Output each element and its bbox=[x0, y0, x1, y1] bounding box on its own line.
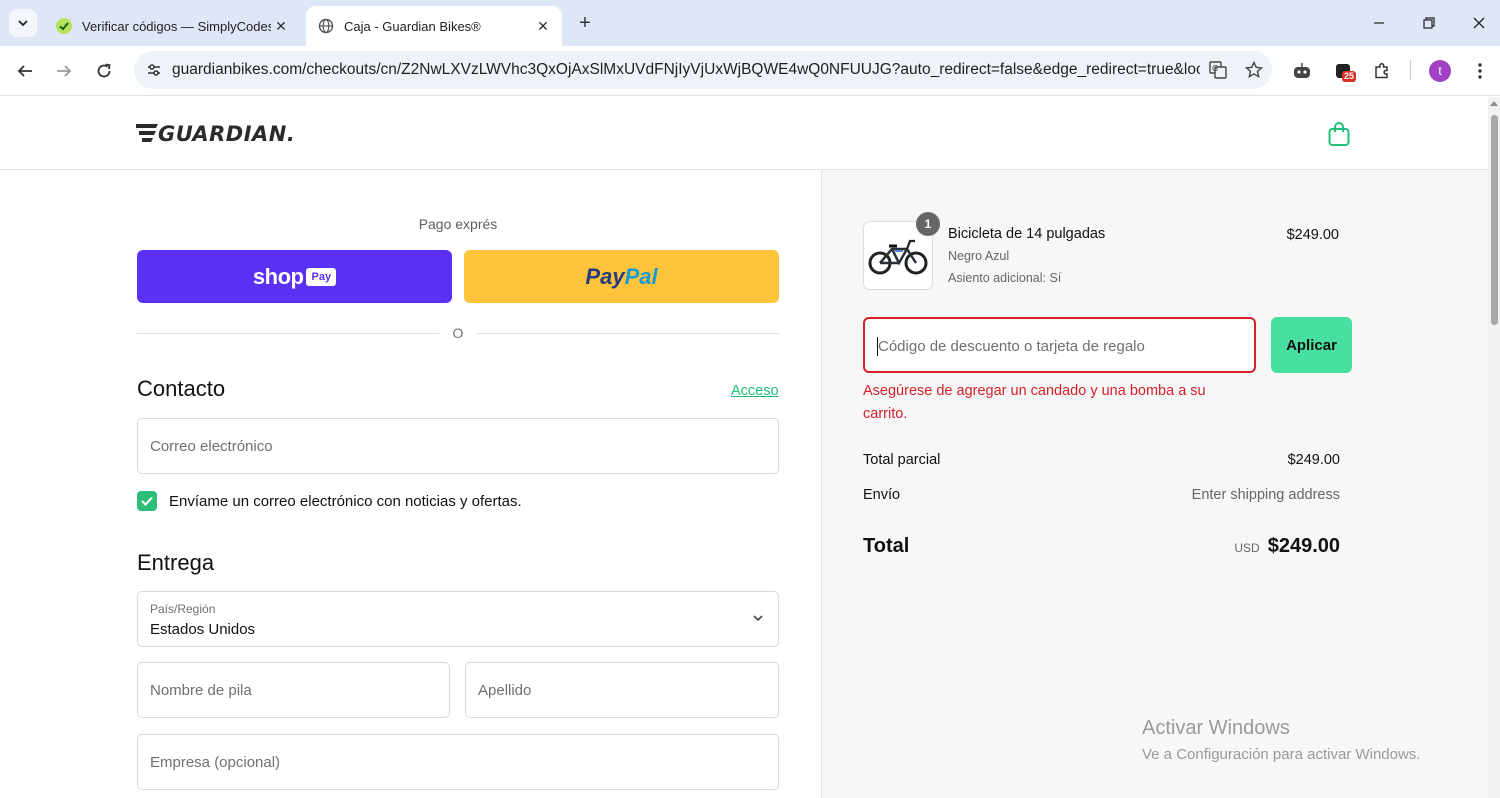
shop-pay-wordmark: shop bbox=[252, 263, 304, 289]
product-price: $249.00 bbox=[1286, 227, 1339, 243]
paypal-button[interactable]: Pay Pal bbox=[464, 250, 779, 303]
product-option: Asiento adicional: Sí bbox=[948, 271, 1062, 285]
tab-title: Caja - Guardian Bikes® bbox=[344, 18, 481, 34]
email-field[interactable]: Correo electrónico bbox=[137, 418, 779, 474]
svg-text:G: G bbox=[1212, 64, 1218, 73]
divider-or: O bbox=[452, 325, 464, 341]
first-name-placeholder: Nombre de pila bbox=[150, 682, 252, 699]
minimize-icon bbox=[1374, 22, 1384, 24]
extension-badge: 25 bbox=[1342, 71, 1357, 82]
reload-icon bbox=[97, 63, 111, 78]
minimize-button[interactable] bbox=[1354, 0, 1404, 46]
subtotal-label: Total parcial bbox=[863, 452, 941, 468]
tab-title: Verificar códigos — SimplyCodes bbox=[82, 18, 271, 34]
robot-icon bbox=[1294, 63, 1310, 78]
login-link[interactable]: Acceso bbox=[731, 383, 779, 399]
newsletter-checkbox[interactable] bbox=[137, 491, 157, 511]
more-vert-icon bbox=[1478, 63, 1482, 79]
windows-activation-watermark: Activar Windows Ve a Configuración para … bbox=[1142, 717, 1420, 763]
reload-button[interactable] bbox=[89, 56, 119, 86]
extension-robot-button[interactable] bbox=[1287, 56, 1317, 86]
site-header: GUARDIAN. bbox=[0, 97, 1488, 170]
puzzle-icon bbox=[1375, 62, 1388, 79]
divider-line bbox=[137, 333, 439, 334]
discount-error-message: Asegúrese de agregar un candado y una bo… bbox=[863, 383, 1206, 422]
shipping-value: Enter shipping address bbox=[1191, 487, 1340, 503]
extension-counter-button[interactable]: 25 bbox=[1328, 56, 1358, 86]
site-info-icon[interactable] bbox=[136, 62, 172, 78]
shopping-bag-icon[interactable] bbox=[1327, 121, 1351, 152]
forward-button[interactable] bbox=[49, 56, 79, 86]
delivery-heading: Entrega bbox=[137, 550, 215, 575]
avatar: t bbox=[1429, 60, 1451, 82]
paypal-wordmark-part2: Pal bbox=[624, 263, 658, 289]
close-window-button[interactable] bbox=[1454, 0, 1500, 46]
divider-line bbox=[477, 333, 779, 334]
simplycodes-icon bbox=[56, 18, 72, 34]
restore-icon bbox=[1423, 17, 1435, 29]
shop-pay-badge: Pay bbox=[306, 267, 337, 286]
newsletter-label: Envíame un correo electrónico con notici… bbox=[169, 493, 522, 510]
scroll-up-arrow-icon[interactable] bbox=[1490, 101, 1498, 106]
tab-guardian-checkout[interactable]: Caja - Guardian Bikes® ✕ bbox=[306, 6, 562, 46]
shop-pay-button[interactable]: shop Pay bbox=[137, 250, 452, 303]
new-tab-button[interactable]: + bbox=[572, 10, 598, 36]
first-name-field[interactable]: Nombre de pila bbox=[137, 662, 450, 718]
country-label: País/Región bbox=[150, 602, 216, 616]
chevron-down-icon bbox=[18, 20, 28, 27]
check-icon bbox=[141, 496, 153, 506]
total-value: $249.00 bbox=[1267, 535, 1340, 557]
quantity-badge: 1 bbox=[916, 212, 940, 236]
translate-icon[interactable]: G bbox=[1200, 55, 1236, 85]
close-icon[interactable]: ✕ bbox=[533, 16, 553, 36]
email-placeholder: Correo electrónico bbox=[150, 438, 273, 455]
discount-code-input[interactable]: Código de descuento o tarjeta de regalo bbox=[863, 317, 1256, 373]
address-bar[interactable]: guardianbikes.com/checkouts/cn/Z2NwLXVzL… bbox=[134, 51, 1272, 89]
bicycle-image bbox=[868, 239, 928, 274]
paypal-wordmark-part1: Pay bbox=[585, 263, 625, 289]
restore-button[interactable] bbox=[1404, 0, 1454, 46]
arrow-left-icon bbox=[17, 65, 32, 77]
product-name: Bicicleta de 14 pulgadas bbox=[948, 226, 1106, 242]
product-variant: Negro Azul bbox=[948, 249, 1010, 263]
tab-search-button[interactable] bbox=[9, 9, 37, 37]
express-checkout-title: Pago exprés bbox=[418, 216, 498, 232]
scrollbar-thumb[interactable] bbox=[1491, 115, 1498, 325]
watermark-title: Activar Windows bbox=[1142, 717, 1290, 739]
globe-icon bbox=[318, 18, 334, 34]
toolbar-separator bbox=[1410, 60, 1411, 80]
arrow-right-icon bbox=[57, 65, 72, 77]
country-select[interactable]: País/Región Estados Unidos bbox=[137, 591, 779, 647]
last-name-placeholder: Apellido bbox=[478, 682, 532, 699]
close-icon[interactable]: ✕ bbox=[271, 16, 291, 36]
tab-simplycodes[interactable]: Verificar códigos — SimplyCodes ✕ bbox=[44, 6, 300, 46]
last-name-field[interactable]: Apellido bbox=[465, 662, 779, 718]
total-amount: USD $249.00 bbox=[1234, 535, 1340, 558]
subtotal-value: $249.00 bbox=[1287, 452, 1340, 468]
profile-button[interactable]: t bbox=[1425, 56, 1455, 86]
company-field[interactable]: Empresa (opcional) bbox=[137, 734, 779, 790]
discount-placeholder: Código de descuento o tarjeta de regalo bbox=[878, 338, 1145, 355]
shipping-label: Envío bbox=[863, 487, 901, 503]
chevron-down-icon bbox=[753, 615, 763, 622]
total-label: Total bbox=[863, 535, 910, 557]
star-icon[interactable] bbox=[1236, 55, 1272, 85]
guardian-logo[interactable]: GUARDIAN. bbox=[136, 121, 306, 150]
url-text: guardianbikes.com/checkouts/cn/Z2NwLXVzL… bbox=[172, 61, 1200, 78]
checkout-page: GUARDIAN. Pago exprés shop Pay Pay Pal O … bbox=[0, 97, 1488, 798]
browser-menu-button[interactable] bbox=[1465, 56, 1495, 86]
company-placeholder: Empresa (opcional) bbox=[150, 754, 281, 771]
apply-discount-button[interactable]: Aplicar bbox=[1271, 317, 1352, 373]
logo-text: GUARDIAN. bbox=[158, 122, 295, 145]
watermark-subtitle: Ve a Configuración para activar Windows. bbox=[1142, 746, 1421, 763]
total-currency: USD bbox=[1234, 541, 1260, 555]
tab-strip: Verificar códigos — SimplyCodes ✕ Caja -… bbox=[0, 0, 1500, 46]
page-scrollbar[interactable] bbox=[1488, 97, 1500, 798]
close-icon bbox=[1473, 17, 1485, 29]
back-button[interactable] bbox=[10, 56, 40, 86]
contact-heading: Contacto bbox=[137, 376, 226, 401]
browser-toolbar: guardianbikes.com/checkouts/cn/Z2NwLXVzL… bbox=[0, 46, 1500, 96]
extensions-button[interactable] bbox=[1367, 56, 1397, 86]
country-value: Estados Unidos bbox=[150, 621, 256, 638]
